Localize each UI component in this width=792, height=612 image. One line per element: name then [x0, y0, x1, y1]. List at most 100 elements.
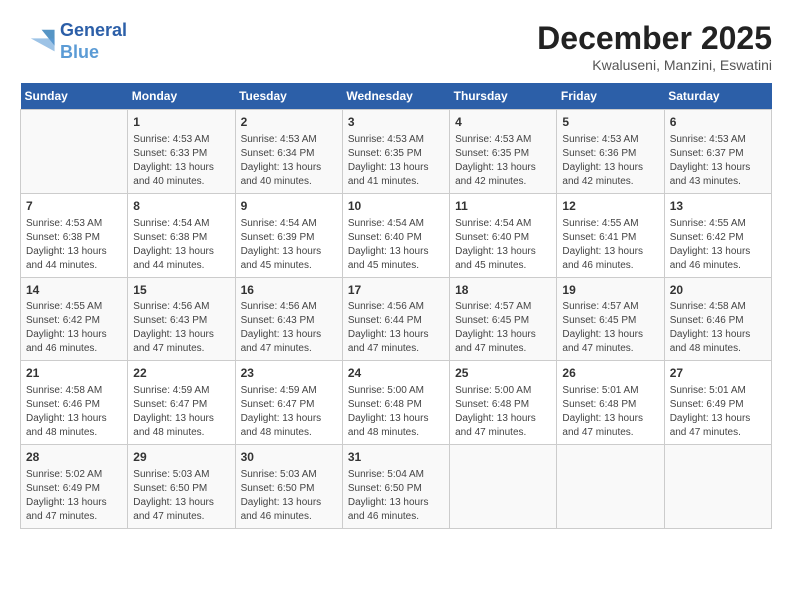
- week-row-5: 28 Sunrise: 5:02 AM Sunset: 6:49 PM Dayli…: [21, 445, 772, 529]
- week-row-4: 21 Sunrise: 4:58 AM Sunset: 6:46 PM Dayli…: [21, 361, 772, 445]
- calendar-cell: [450, 445, 557, 529]
- cell-content: Sunrise: 4:53 AM Sunset: 6:34 PM Dayligh…: [241, 133, 337, 189]
- day-header-sunday: Sunday: [21, 83, 128, 110]
- day-number: 19: [562, 282, 658, 299]
- day-number: 16: [241, 282, 337, 299]
- day-number: 12: [562, 198, 658, 215]
- calendar-cell: [21, 110, 128, 194]
- cell-content: Sunrise: 4:58 AM Sunset: 6:46 PM Dayligh…: [670, 300, 766, 356]
- cell-content: Sunrise: 4:53 AM Sunset: 6:35 PM Dayligh…: [455, 133, 551, 189]
- calendar-cell: [664, 445, 771, 529]
- cell-content: Sunrise: 5:00 AM Sunset: 6:48 PM Dayligh…: [348, 384, 444, 440]
- cell-content: Sunrise: 4:53 AM Sunset: 6:35 PM Dayligh…: [348, 133, 444, 189]
- cell-content: Sunrise: 4:53 AM Sunset: 6:37 PM Dayligh…: [670, 133, 766, 189]
- calendar-cell: 2Sunrise: 4:53 AM Sunset: 6:34 PM Daylig…: [235, 110, 342, 194]
- calendar-cell: 15Sunrise: 4:56 AM Sunset: 6:43 PM Dayli…: [128, 277, 235, 361]
- day-number: 13: [670, 198, 766, 215]
- day-number: 11: [455, 198, 551, 215]
- day-number: 26: [562, 365, 658, 382]
- calendar-cell: 21 Sunrise: 4:58 AM Sunset: 6:46 PM Dayli…: [21, 361, 128, 445]
- calendar-cell: 12Sunrise: 4:55 AM Sunset: 6:41 PM Dayli…: [557, 193, 664, 277]
- cell-content: Sunrise: 5:04 AM Sunset: 6:50 PM Dayligh…: [348, 468, 444, 524]
- day-header-tuesday: Tuesday: [235, 83, 342, 110]
- cell-content: Sunrise: 4:53 AM Sunset: 6:33 PM Dayligh…: [133, 133, 229, 189]
- day-number: 25: [455, 365, 551, 382]
- day-number: 5: [562, 114, 658, 131]
- day-number: 1: [133, 114, 229, 131]
- calendar-cell: 14Sunrise: 4:55 AM Sunset: 6:42 PM Dayli…: [21, 277, 128, 361]
- week-row-2: 7Sunrise: 4:53 AM Sunset: 6:38 PM Daylig…: [21, 193, 772, 277]
- cell-content: Sunrise: 4:58 AM Sunset: 6:46 PM Dayligh…: [26, 384, 122, 440]
- calendar-cell: 27 Sunrise: 5:01 AM Sunset: 6:49 PM Dayli…: [664, 361, 771, 445]
- day-header-monday: Monday: [128, 83, 235, 110]
- cell-content: Sunrise: 4:54 AM Sunset: 6:40 PM Dayligh…: [455, 217, 551, 273]
- day-number: 14: [26, 282, 122, 299]
- calendar-cell: [557, 445, 664, 529]
- calendar-cell: 30Sunrise: 5:03 AM Sunset: 6:50 PM Dayli…: [235, 445, 342, 529]
- day-number: 6: [670, 114, 766, 131]
- calendar-header-row: SundayMondayTuesdayWednesdayThursdayFrid…: [21, 83, 772, 110]
- week-row-3: 14Sunrise: 4:55 AM Sunset: 6:42 PM Dayli…: [21, 277, 772, 361]
- calendar-cell: 6 Sunrise: 4:53 AM Sunset: 6:37 PM Daylig…: [664, 110, 771, 194]
- day-number: 22: [133, 365, 229, 382]
- cell-content: Sunrise: 4:59 AM Sunset: 6:47 PM Dayligh…: [133, 384, 229, 440]
- calendar-cell: 22 Sunrise: 4:59 AM Sunset: 6:47 PM Dayli…: [128, 361, 235, 445]
- day-number: 20: [670, 282, 766, 299]
- cell-content: Sunrise: 4:59 AM Sunset: 6:47 PM Dayligh…: [241, 384, 337, 440]
- logo: General Blue: [20, 20, 127, 63]
- cell-content: Sunrise: 5:02 AM Sunset: 6:49 PM Dayligh…: [26, 468, 122, 524]
- logo-text: General Blue: [60, 20, 127, 63]
- cell-content: Sunrise: 4:54 AM Sunset: 6:39 PM Dayligh…: [241, 217, 337, 273]
- day-number: 23: [241, 365, 337, 382]
- calendar-cell: 20Sunrise: 4:58 AM Sunset: 6:46 PM Dayli…: [664, 277, 771, 361]
- day-number: 29: [133, 449, 229, 466]
- calendar-table: SundayMondayTuesdayWednesdayThursdayFrid…: [20, 83, 772, 529]
- calendar-cell: 25 Sunrise: 5:00 AM Sunset: 6:48 PM Dayli…: [450, 361, 557, 445]
- calendar-cell: 13Sunrise: 4:55 AM Sunset: 6:42 PM Dayli…: [664, 193, 771, 277]
- week-row-1: 1 Sunrise: 4:53 AM Sunset: 6:33 PM Daylig…: [21, 110, 772, 194]
- calendar-cell: 11 Sunrise: 4:54 AM Sunset: 6:40 PM Dayli…: [450, 193, 557, 277]
- title-section: December 2025 Kwaluseni, Manzini, Eswati…: [537, 20, 772, 73]
- day-number: 7: [26, 198, 122, 215]
- cell-content: Sunrise: 5:01 AM Sunset: 6:48 PM Dayligh…: [562, 384, 658, 440]
- calendar-cell: 31 Sunrise: 5:04 AM Sunset: 6:50 PM Dayli…: [342, 445, 449, 529]
- day-header-saturday: Saturday: [664, 83, 771, 110]
- calendar-cell: 28 Sunrise: 5:02 AM Sunset: 6:49 PM Dayli…: [21, 445, 128, 529]
- calendar-cell: 24 Sunrise: 5:00 AM Sunset: 6:48 PM Dayli…: [342, 361, 449, 445]
- day-header-friday: Friday: [557, 83, 664, 110]
- day-number: 31: [348, 449, 444, 466]
- day-number: 24: [348, 365, 444, 382]
- cell-content: Sunrise: 4:57 AM Sunset: 6:45 PM Dayligh…: [562, 300, 658, 356]
- day-number: 3: [348, 114, 444, 131]
- calendar-cell: 18Sunrise: 4:57 AM Sunset: 6:45 PM Dayli…: [450, 277, 557, 361]
- calendar-cell: 7Sunrise: 4:53 AM Sunset: 6:38 PM Daylig…: [21, 193, 128, 277]
- day-number: 8: [133, 198, 229, 215]
- cell-content: Sunrise: 4:57 AM Sunset: 6:45 PM Dayligh…: [455, 300, 551, 356]
- day-number: 15: [133, 282, 229, 299]
- day-number: 10: [348, 198, 444, 215]
- day-number: 4: [455, 114, 551, 131]
- location: Kwaluseni, Manzini, Eswatini: [537, 57, 772, 73]
- cell-content: Sunrise: 4:55 AM Sunset: 6:42 PM Dayligh…: [26, 300, 122, 356]
- day-number: 28: [26, 449, 122, 466]
- day-number: 21: [26, 365, 122, 382]
- page-header: General Blue December 2025 Kwaluseni, Ma…: [20, 20, 772, 73]
- cell-content: Sunrise: 5:00 AM Sunset: 6:48 PM Dayligh…: [455, 384, 551, 440]
- calendar-cell: 19Sunrise: 4:57 AM Sunset: 6:45 PM Dayli…: [557, 277, 664, 361]
- month-title: December 2025: [537, 20, 772, 57]
- cell-content: Sunrise: 5:03 AM Sunset: 6:50 PM Dayligh…: [133, 468, 229, 524]
- cell-content: Sunrise: 4:54 AM Sunset: 6:38 PM Dayligh…: [133, 217, 229, 273]
- cell-content: Sunrise: 5:03 AM Sunset: 6:50 PM Dayligh…: [241, 468, 337, 524]
- calendar-cell: 8 Sunrise: 4:54 AM Sunset: 6:38 PM Daylig…: [128, 193, 235, 277]
- calendar-cell: 10Sunrise: 4:54 AM Sunset: 6:40 PM Dayli…: [342, 193, 449, 277]
- day-number: 9: [241, 198, 337, 215]
- day-header-wednesday: Wednesday: [342, 83, 449, 110]
- cell-content: Sunrise: 5:01 AM Sunset: 6:49 PM Dayligh…: [670, 384, 766, 440]
- calendar-cell: 5 Sunrise: 4:53 AM Sunset: 6:36 PM Daylig…: [557, 110, 664, 194]
- cell-content: Sunrise: 4:53 AM Sunset: 6:36 PM Dayligh…: [562, 133, 658, 189]
- cell-content: Sunrise: 4:56 AM Sunset: 6:43 PM Dayligh…: [133, 300, 229, 356]
- calendar-cell: 1 Sunrise: 4:53 AM Sunset: 6:33 PM Daylig…: [128, 110, 235, 194]
- day-number: 27: [670, 365, 766, 382]
- calendar-cell: 29 Sunrise: 5:03 AM Sunset: 6:50 PM Dayli…: [128, 445, 235, 529]
- calendar-cell: 3 Sunrise: 4:53 AM Sunset: 6:35 PM Daylig…: [342, 110, 449, 194]
